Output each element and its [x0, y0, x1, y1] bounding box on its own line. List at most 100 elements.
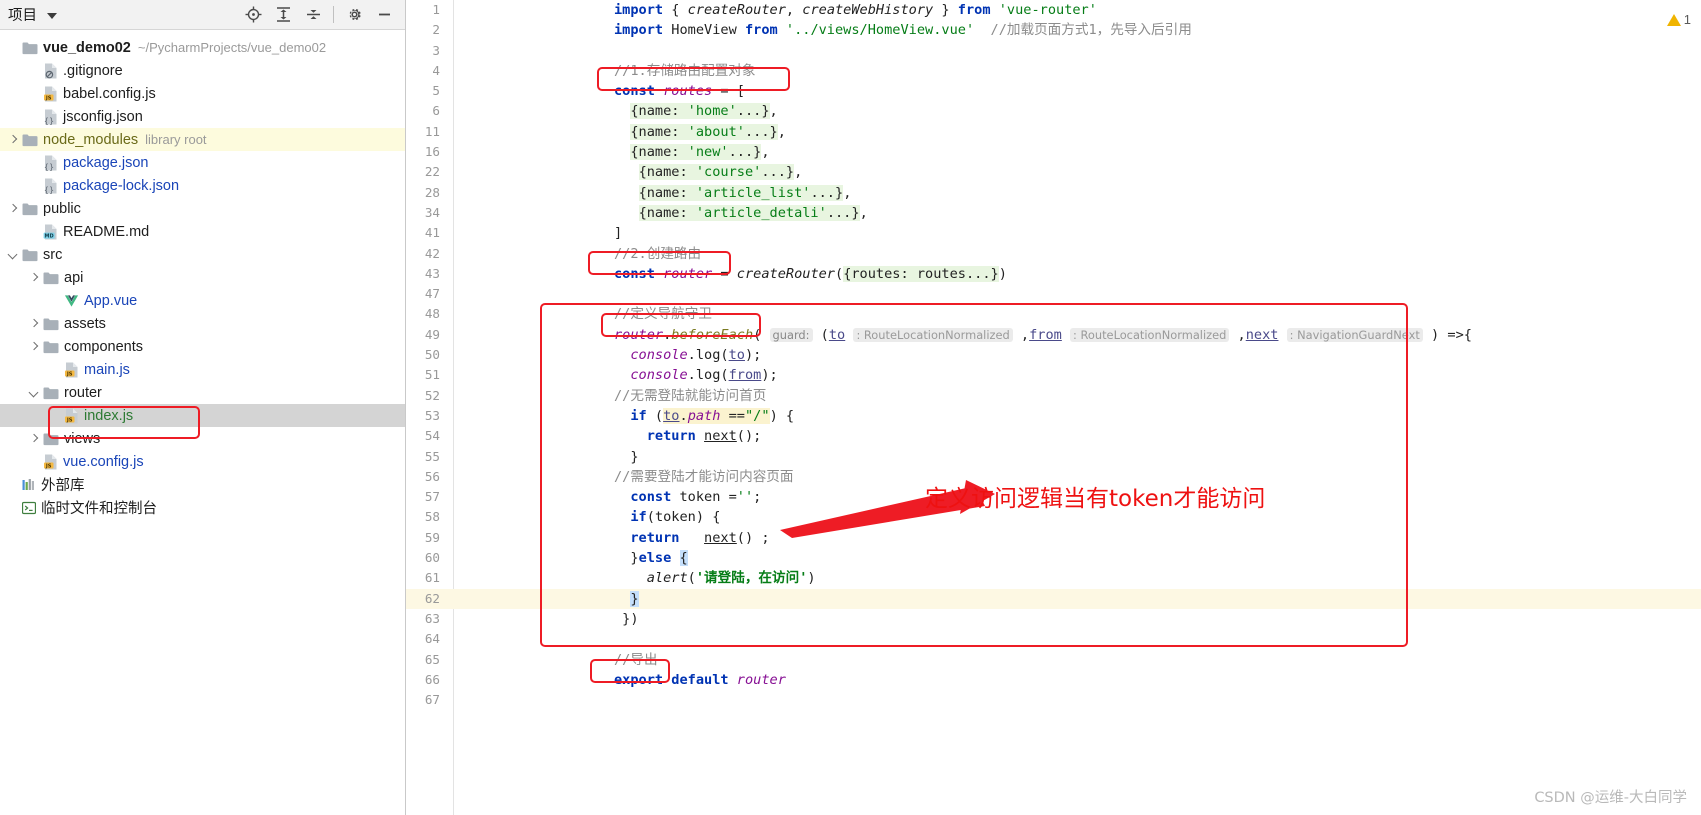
code-line[interactable]: 41] — [406, 223, 1701, 243]
tree-item-label: main.js — [84, 361, 130, 378]
line-number: 59 — [424, 529, 440, 545]
expand-all-icon[interactable] — [270, 3, 296, 27]
tree-item-label: vue.config.js — [63, 453, 144, 470]
tree-item-jsconfig.json[interactable]: {} jsconfig.json — [0, 105, 405, 128]
code-line[interactable]: 3 — [406, 41, 1701, 61]
tree-item-index.js[interactable]: JS index.js — [0, 404, 405, 427]
code-line[interactable]: 2 import HomeView from '../views/HomeView… — [406, 20, 1701, 40]
code-text: {name: 'about'...}, — [630, 123, 786, 140]
code-line[interactable]: 1 import { createRouter, createWebHistory… — [406, 0, 1701, 20]
code-line[interactable]: 61 alert('请登陆，在访问') — [406, 568, 1701, 588]
chevron-down-icon[interactable] — [27, 386, 41, 400]
code-line[interactable]: 52 //无需登陆就能访问首页 — [406, 386, 1701, 406]
tree-item-components[interactable]: components — [0, 335, 405, 358]
tree-item-[interactable]: 外部库 — [0, 473, 405, 496]
chevron-right-icon[interactable] — [6, 202, 20, 216]
code-line[interactable]: 63 }) — [406, 609, 1701, 629]
code-line[interactable]: 60 }else { — [406, 548, 1701, 568]
code-line[interactable]: 50 console.log(to); — [406, 345, 1701, 365]
tree-item-main.js[interactable]: JS main.js — [0, 358, 405, 381]
code-line[interactable]: 65 //导出 — [406, 650, 1701, 670]
tree-item-label: babel.config.js — [63, 85, 156, 102]
code-line[interactable]: 6 {name: 'home'...}, — [406, 101, 1701, 121]
tree-arrow-placeholder — [27, 179, 41, 193]
tree-item-label: App.vue — [84, 292, 138, 309]
tree-item-App.vue[interactable]: App.vue — [0, 289, 405, 312]
tree-item-assets[interactable]: assets — [0, 312, 405, 335]
tree-item-[interactable]: 临时文件和控制台 — [0, 496, 405, 519]
tree-item-label: README.md — [63, 223, 150, 240]
tree-item-label: package-lock.json — [63, 177, 180, 194]
tree-item-router[interactable]: router — [0, 381, 405, 404]
line-number: 3 — [432, 42, 440, 58]
code-line[interactable]: 54 return next(); — [406, 426, 1701, 446]
code-line[interactable]: 22 {name: 'course'...}, — [406, 162, 1701, 182]
code-content[interactable]: 1 import { createRouter, createWebHistory… — [406, 0, 1701, 815]
code-text: {name: 'home'...}, — [630, 103, 778, 120]
code-line[interactable]: 16 {name: 'new'...}, — [406, 142, 1701, 162]
tree-item-api[interactable]: api — [0, 266, 405, 289]
tree-item-src[interactable]: src — [0, 243, 405, 266]
tree-arrow-placeholder — [27, 64, 41, 78]
tree-item-README.md[interactable]: MD README.md — [0, 220, 405, 243]
collapse-all-icon[interactable] — [300, 3, 326, 27]
code-editor[interactable]: 1 import { createRouter, createWebHistory… — [406, 0, 1701, 815]
code-line[interactable]: 62 } — [406, 588, 1701, 609]
code-line[interactable]: 67 — [406, 690, 1701, 710]
chevron-right-icon[interactable] — [27, 340, 41, 354]
tree-item-node_modules[interactable]: node_modules library root — [0, 128, 405, 151]
code-line[interactable]: 43 const router = createRouter({routes: r… — [406, 264, 1701, 284]
code-line[interactable]: 53 if (to.path =="/") { — [406, 406, 1701, 426]
tree-arrow-placeholder — [27, 225, 41, 239]
code-line[interactable]: 55 } — [406, 447, 1701, 467]
code-text: {name: 'article_detali'...}, — [638, 204, 868, 221]
tree-item-views[interactable]: views — [0, 427, 405, 450]
tree-item-sublabel: ~/PycharmProjects/vue_demo02 — [137, 40, 327, 55]
code-line[interactable]: 5 const routes = [ — [406, 81, 1701, 101]
line-number: 16 — [424, 144, 440, 160]
locate-icon[interactable] — [240, 3, 266, 27]
tree-item-vue.config.js[interactable]: JS vue.config.js — [0, 450, 405, 473]
chevron-right-icon[interactable] — [27, 271, 41, 285]
gear-icon[interactable] — [341, 3, 367, 27]
code-line[interactable]: 28 {name: 'article_list'...}, — [406, 183, 1701, 203]
line-number: 66 — [424, 671, 440, 687]
code-line[interactable]: 66 export default router — [406, 670, 1701, 690]
tree-item-public[interactable]: public — [0, 197, 405, 220]
tree-item-package.json[interactable]: {} package.json — [0, 151, 405, 174]
code-line[interactable]: 48 //定义导航守卫 — [406, 304, 1701, 324]
project-file-tree[interactable]: vue_demo02 ~/PycharmProjects/vue_demo02 .g… — [0, 30, 405, 519]
code-line[interactable]: 4 //1.存储路由配置对象 — [406, 61, 1701, 81]
tree-item-vue_demo02[interactable]: vue_demo02 ~/PycharmProjects/vue_demo02 — [0, 36, 405, 59]
chevron-down-icon[interactable] — [47, 12, 57, 19]
code-text: if (to.path =="/") { — [630, 407, 795, 424]
code-line[interactable]: 47 — [406, 284, 1701, 304]
line-number: 1 — [432, 2, 440, 17]
line-number: 43 — [424, 265, 440, 281]
code-line[interactable]: 34 {name: 'article_detali'...}, — [406, 203, 1701, 223]
library-icon — [22, 478, 36, 492]
code-line[interactable]: 64 — [406, 629, 1701, 649]
code-line[interactable]: 49 router.beforeEach( guard: (to : RouteL… — [406, 325, 1701, 345]
tree-item-package-lock.json[interactable]: {} package-lock.json — [0, 174, 405, 197]
gitignore-icon — [43, 63, 58, 79]
line-number: 41 — [424, 225, 440, 241]
tree-item-label: 外部库 — [41, 478, 85, 494]
chevron-down-icon[interactable] — [6, 248, 20, 262]
code-line[interactable]: 59 return next() ; — [406, 528, 1701, 548]
folder-icon — [43, 340, 59, 354]
code-line[interactable]: 11 {name: 'about'...}, — [406, 122, 1701, 142]
code-line[interactable]: 51 console.log(from); — [406, 365, 1701, 385]
code-text: } — [614, 448, 639, 465]
code-line[interactable]: 42 //2.创建路由 — [406, 244, 1701, 264]
chevron-right-icon[interactable] — [27, 317, 41, 331]
tree-item-babel.config.js[interactable]: JS babel.config.js — [0, 82, 405, 105]
tree-item-.gitignore[interactable]: .gitignore — [0, 59, 405, 82]
minimize-icon[interactable] — [371, 3, 397, 27]
svg-text:{}: {} — [44, 162, 54, 171]
chevron-right-icon[interactable] — [6, 133, 20, 147]
chevron-right-icon[interactable] — [27, 432, 41, 446]
line-number: 58 — [424, 509, 440, 525]
inspection-warning-badge[interactable]: 1 — [1666, 12, 1691, 27]
